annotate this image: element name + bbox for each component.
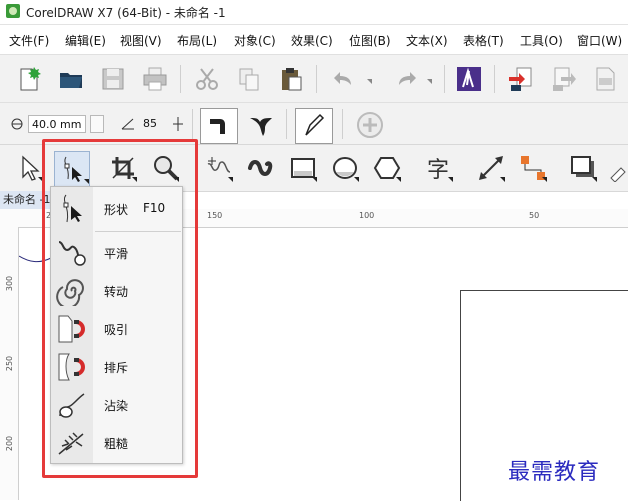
menu-view[interactable]: 视图(V) (120, 32, 162, 49)
coreldraw-logo-icon (6, 4, 20, 18)
add-icon[interactable] (355, 110, 385, 140)
eyedropper-tool-icon[interactable] (606, 153, 628, 183)
shape-corner-icon[interactable] (246, 110, 276, 140)
new-document-icon[interactable] (14, 64, 44, 94)
ruler-label: 200 (5, 435, 15, 452)
outline-width-field[interactable]: 40.0 mm (28, 115, 86, 133)
copy-icon[interactable] (234, 64, 264, 94)
ruler-label: 150 (207, 211, 223, 220)
menu-file[interactable]: 文件(F) (9, 32, 49, 49)
menu-window[interactable]: 窗口(W) (577, 32, 622, 49)
ruler-label: 100 (359, 211, 375, 220)
watermark-text: 最需教育 (508, 460, 601, 485)
smoothing-icon (121, 117, 135, 131)
import-icon[interactable] (506, 64, 536, 94)
undo-icon[interactable] (330, 64, 360, 94)
ruler-label: 50 (529, 211, 540, 220)
window-title: CorelDRAW X7 (64-Bit) - 未命名 -1 (26, 6, 226, 20)
ruler-label: 250 (5, 355, 15, 372)
publish-pdf-icon[interactable] (590, 64, 620, 94)
menu-layout[interactable]: 布局(L) (177, 32, 217, 49)
smoothing-field[interactable]: 85 (140, 115, 170, 133)
redo-icon[interactable] (390, 64, 420, 94)
title-bar: CorelDRAW X7 (64-Bit) - 未命名 -1 (0, 0, 628, 25)
open-folder-icon[interactable] (56, 64, 86, 94)
pressure-mode-icon[interactable] (200, 108, 238, 144)
undo-dropdown-icon[interactable] (367, 79, 372, 84)
search-content-icon[interactable] (454, 64, 484, 94)
menu-text[interactable]: 文本(X) (406, 32, 448, 49)
pressure-pen-icon[interactable] (295, 108, 333, 144)
outline-width-icon (10, 117, 24, 131)
save-icon[interactable] (98, 64, 128, 94)
menu-table[interactable]: 表格(T) (463, 32, 504, 49)
ruler-label: 300 (5, 275, 15, 292)
svg-text:字: 字 (427, 158, 449, 182)
menu-effects[interactable]: 效果(C) (291, 32, 333, 49)
export-icon[interactable] (548, 64, 578, 94)
menu-edit[interactable]: 编辑(E) (65, 32, 106, 49)
menu-bar: 文件(F) 编辑(E) 视图(V) 布局(L) 对象(C) 效果(C) 位图(B… (0, 26, 628, 54)
menu-bitmaps[interactable]: 位图(B) (349, 32, 391, 49)
ruler-vertical: 300 250 200 (0, 227, 19, 500)
smoothing-slider[interactable] (171, 115, 185, 133)
outline-width-spinner[interactable] (90, 115, 104, 133)
menu-object[interactable]: 对象(C) (234, 32, 276, 49)
highlight-box (42, 139, 198, 478)
artistic-media-icon[interactable] (246, 153, 276, 183)
standard-toolbar (0, 54, 628, 103)
print-icon[interactable] (140, 64, 170, 94)
cut-icon[interactable] (192, 64, 222, 94)
menu-tools[interactable]: 工具(O) (520, 32, 563, 49)
redo-dropdown-icon[interactable] (427, 79, 432, 84)
paste-icon[interactable] (276, 64, 306, 94)
